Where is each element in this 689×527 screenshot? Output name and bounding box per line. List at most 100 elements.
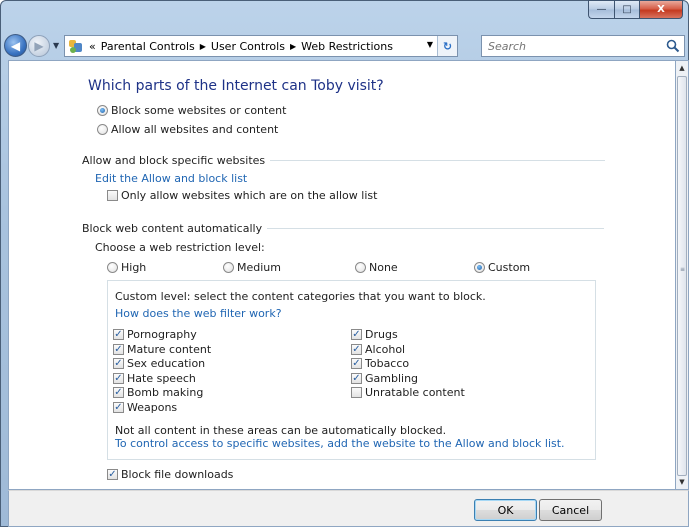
checkbox-checked-icon[interactable]: ✓ [351,373,362,384]
checkbox-label: Bomb making [127,386,204,399]
breadcrumb-overflow[interactable]: « [89,40,96,53]
section-divider [267,228,605,229]
checkbox-label: Sex education [127,357,206,370]
checkbox-checked-icon[interactable]: ✓ [351,329,362,340]
checkbox-checked-icon[interactable]: ✓ [113,373,124,384]
checkbox-checked-icon[interactable]: ✓ [113,344,124,355]
refresh-button[interactable]: ↻ [437,36,457,56]
category-alcohol[interactable]: ✓ Alcohol [351,343,405,356]
checkbox-label: Mature content [127,343,212,356]
web-filter-help-link[interactable]: How does the web filter work? [115,307,282,320]
address-bar[interactable]: « Parental Controls ▶ User Controls ▶ We… [64,35,458,57]
radio-label: None [369,261,398,274]
checkbox-label: Only allow websites which are on the all… [121,189,378,202]
category-tobacco[interactable]: ✓ Tobacco [351,357,409,370]
radio-level-none[interactable]: None [355,261,398,274]
checkbox-checked-icon[interactable]: ✓ [113,402,124,413]
radio-level-medium[interactable]: Medium [223,261,281,274]
breadcrumb-separator-icon[interactable]: ▶ [200,42,206,51]
checkbox-label: Drugs [365,328,398,341]
category-mature-content[interactable]: ✓ Mature content [113,343,211,356]
ok-button[interactable]: OK [474,499,537,521]
window-controls: — □ X [588,0,683,20]
radio-button-icon[interactable] [355,262,366,273]
section-allow-block: Allow and block specific websites [82,154,606,167]
checkbox-checked-icon[interactable]: ✓ [351,344,362,355]
category-weapons[interactable]: ✓ Weapons [113,401,177,414]
page-title: Which parts of the Internet can Toby vis… [88,78,384,94]
radio-level-high[interactable]: High [107,261,146,274]
radio-button-icon[interactable] [107,262,118,273]
back-button[interactable]: ◀ [4,34,27,57]
category-drugs[interactable]: ✓ Drugs [351,328,398,341]
only-allow-checkbox[interactable]: Only allow websites which are on the all… [107,189,377,202]
checkbox-label: Block file downloads [121,468,234,481]
radio-button-icon[interactable] [223,262,234,273]
checkbox-label: Unratable content [365,386,465,399]
maximize-button[interactable]: □ [614,0,639,19]
grip-icon: ≡ [680,266,686,273]
checkbox-checked-icon[interactable]: ✓ [351,358,362,369]
category-hate-speech[interactable]: ✓ Hate speech [113,372,196,385]
category-pornography[interactable]: ✓ Pornography [113,328,197,341]
category-bomb-making[interactable]: ✓ Bomb making [113,386,203,399]
radio-level-custom[interactable]: Custom [474,261,530,274]
allow-block-list-link[interactable]: To control access to specific websites, … [115,437,565,450]
back-arrow-icon: ◀ [10,38,21,53]
checkbox-label: Alcohol [365,343,406,356]
title-bar: — □ X [0,0,689,30]
edit-allow-block-link[interactable]: Edit the Allow and block list [95,172,247,185]
checkbox-label: Weapons [127,401,178,414]
checkbox-label: Tobacco [365,357,410,370]
scrollbar-thumb[interactable]: ≡ [677,76,687,476]
checkbox-label: Gambling [365,372,419,385]
checkbox-checked-icon[interactable]: ✓ [107,469,118,480]
custom-level-intro: Custom level: select the content categor… [115,290,486,303]
section-block-auto: Block web content automatically [82,222,605,235]
radio-label: Block some websites or content [111,104,287,117]
checkbox-label: Pornography [127,328,197,341]
refresh-icon: ↻ [442,39,453,53]
forward-button[interactable]: ▶ [28,35,50,57]
category-gambling[interactable]: ✓ Gambling [351,372,418,385]
checkbox-label: Hate speech [127,372,196,385]
breadcrumb-parental-controls[interactable]: Parental Controls [101,40,195,53]
radio-label: High [121,261,147,274]
scroll-up-arrow-icon[interactable]: ▲ [676,61,688,75]
category-unratable-content[interactable]: Unratable content [351,386,465,399]
radio-button-icon[interactable] [97,124,108,135]
close-button[interactable]: X [639,0,683,19]
checkbox-icon[interactable] [351,387,362,398]
radio-button-icon[interactable] [474,262,485,273]
radio-label: Medium [237,261,281,274]
breadcrumb-web-restrictions[interactable]: Web Restrictions [301,40,393,53]
section-title: Block web content automatically [82,222,263,235]
address-dropdown-icon[interactable]: ▼ [427,40,433,49]
section-title: Allow and block specific websites [82,154,266,167]
block-file-downloads-checkbox[interactable]: ✓ Block file downloads [107,468,233,481]
radio-label: Allow all websites and content [111,123,279,136]
checkbox-checked-icon[interactable]: ✓ [113,358,124,369]
checkbox-checked-icon[interactable]: ✓ [113,329,124,340]
checkbox-checked-icon[interactable]: ✓ [113,387,124,398]
breadcrumb-separator-icon[interactable]: ▶ [290,42,296,51]
breadcrumb: « Parental Controls ▶ User Controls ▶ We… [89,40,393,53]
cancel-button[interactable]: Cancel [539,499,602,521]
auto-block-note: Not all content in these areas can be au… [115,424,447,437]
radio-button-icon[interactable] [97,105,108,116]
vertical-scrollbar[interactable]: ▲ ≡ ▼ [676,60,689,490]
checkbox-icon[interactable] [107,190,118,201]
dialog-button-bar: OK Cancel [8,490,689,527]
control-panel-icon [68,38,86,54]
category-sex-education[interactable]: ✓ Sex education [113,357,205,370]
scroll-down-arrow-icon[interactable]: ▼ [676,475,688,489]
restriction-level-prompt: Choose a web restriction level: [95,241,265,254]
breadcrumb-user-controls[interactable]: User Controls [211,40,285,53]
search-box[interactable] [481,35,685,57]
search-icon[interactable] [666,39,680,53]
radio-block-some[interactable]: Block some websites or content [97,104,286,117]
recent-pages-dropdown[interactable]: ▼ [53,41,59,50]
minimize-button[interactable]: — [588,0,614,19]
radio-allow-all[interactable]: Allow all websites and content [97,123,278,136]
search-input[interactable] [488,39,658,53]
